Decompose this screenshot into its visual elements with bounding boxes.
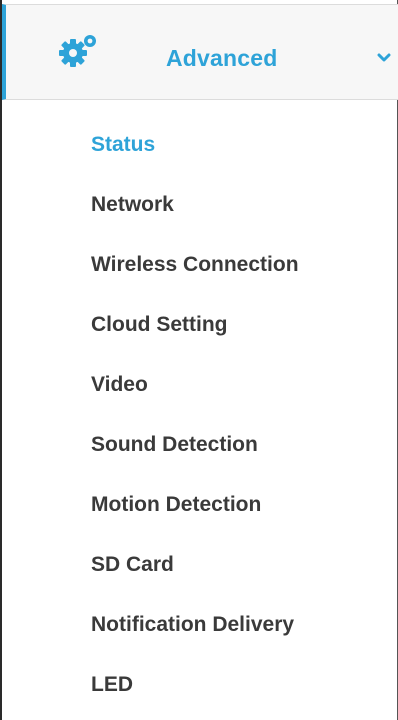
menu-item-sound-detection[interactable]: Sound Detection xyxy=(2,418,392,478)
chevron-down-icon[interactable] xyxy=(376,51,392,63)
menu-item-notification-delivery[interactable]: Notification Delivery xyxy=(2,598,392,658)
menu-item-cloud-setting[interactable]: Cloud Setting xyxy=(2,298,392,358)
menu-item-wireless-connection[interactable]: Wireless Connection xyxy=(2,238,392,298)
gears-icon xyxy=(58,33,100,69)
menu-item-motion-detection[interactable]: Motion Detection xyxy=(2,478,392,538)
menu-item-sd-card[interactable]: SD Card xyxy=(2,538,392,598)
menu-item-led[interactable]: LED xyxy=(2,658,392,718)
advanced-label: Advanced xyxy=(166,45,278,71)
menu-item-network[interactable]: Network xyxy=(2,178,392,238)
advanced-section-header[interactable]: Advanced xyxy=(2,4,398,100)
menu-item-video[interactable]: Video xyxy=(2,358,392,418)
sidebar: Advanced Status Network Wireless Connect… xyxy=(0,0,398,720)
menu-item-status[interactable]: Status xyxy=(2,118,392,178)
advanced-submenu: Status Network Wireless Connection Cloud… xyxy=(2,118,392,718)
